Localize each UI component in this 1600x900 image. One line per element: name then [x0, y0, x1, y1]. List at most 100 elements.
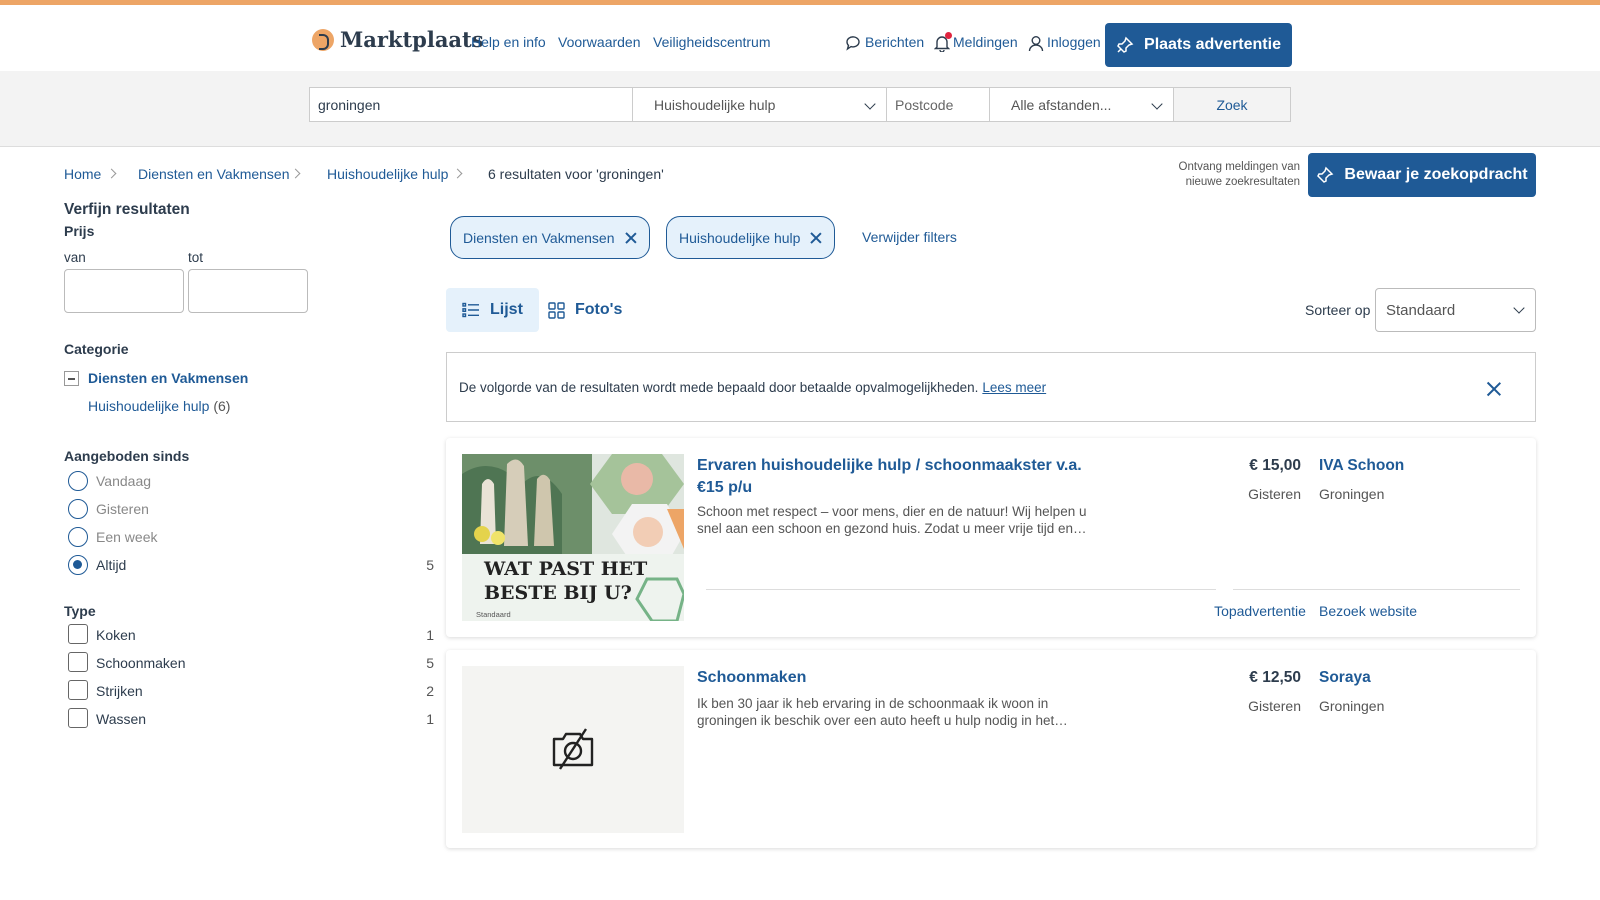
listing-title[interactable]: Ervaren huishoudelijke hulp / schoonmaak…	[697, 455, 1097, 499]
category-select[interactable]: Huishoudelijke hulp	[632, 87, 887, 122]
category-parent-link[interactable]: Diensten en Vakmensen	[88, 370, 248, 386]
results-count: 6 resultaten voor 'groningen'	[488, 166, 664, 182]
type-option-count: 5	[426, 655, 434, 671]
type-option-label: Strijken	[96, 683, 143, 699]
save-search-label: Bewaar je zoekopdracht	[1344, 166, 1528, 183]
list-view-label: Lijst	[490, 301, 523, 318]
chevron-right-icon	[452, 168, 463, 179]
price-from-input[interactable]	[64, 269, 184, 313]
help-link[interactable]: Help en info	[471, 34, 546, 50]
chevron-right-icon	[290, 168, 301, 179]
checkbox-schoonmaken[interactable]	[68, 652, 88, 672]
search-input[interactable]: groningen	[309, 87, 633, 122]
type-option-count: 1	[426, 711, 434, 727]
radio-een-week[interactable]	[68, 527, 88, 547]
listing-description: Ik ben 30 jaar ik heb ervaring in de sch…	[697, 696, 1068, 728]
search-query: groningen	[318, 96, 381, 113]
checkbox-wassen[interactable]	[68, 708, 88, 728]
since-option-label: Gisteren	[96, 501, 149, 517]
login-label: Inloggen	[1047, 34, 1101, 50]
listing-image[interactable]: WAT PAST HET BESTE BIJ U? Standaard	[462, 454, 684, 621]
type-option-count: 2	[426, 683, 434, 699]
visit-website-link[interactable]: Bezoek website	[1319, 603, 1417, 619]
listing-price: € 15,00	[1249, 457, 1301, 474]
marktplaats-logo[interactable]: Marktplaats	[312, 27, 484, 52]
radio-altijd[interactable]	[68, 555, 88, 575]
checkbox-koken[interactable]	[68, 624, 88, 644]
category-child-count: (6)	[213, 398, 231, 414]
seller-name[interactable]: IVA Schoon	[1319, 457, 1404, 475]
chat-icon	[846, 36, 860, 51]
collapse-icon[interactable]	[64, 371, 79, 386]
price-to-input[interactable]	[188, 269, 308, 313]
distance-select[interactable]: Alle afstanden...	[989, 87, 1174, 122]
terms-link[interactable]: Voorwaarden	[558, 34, 641, 50]
divider	[706, 589, 1216, 590]
radio-gisteren[interactable]	[68, 499, 88, 519]
messages-link[interactable]: Berichten	[845, 34, 924, 51]
postcode-placeholder: Postcode	[895, 96, 954, 113]
listing-image-placeholder[interactable]	[462, 666, 684, 833]
price-from-label: van	[64, 250, 86, 265]
save-search-note: Ontvang meldingen van nieuwe zoekresulta…	[1178, 161, 1300, 188]
radio-vandaag[interactable]	[68, 471, 88, 491]
listing-title[interactable]: Schoonmaken	[697, 667, 1097, 689]
breadcrumb-services[interactable]: Diensten en Vakmensen	[138, 166, 290, 182]
tab-list-view[interactable]: Lijst	[446, 288, 539, 332]
list-icon	[462, 302, 479, 318]
safety-link[interactable]: Veiligheidscentrum	[653, 34, 771, 50]
breadcrumb-home[interactable]: Home	[64, 166, 101, 182]
grid-icon	[548, 301, 565, 319]
login-link[interactable]: Inloggen	[1028, 34, 1101, 52]
notifications-label: Meldingen	[953, 34, 1018, 50]
top-ad-badge: Topadvertentie	[1214, 603, 1306, 619]
read-more-link[interactable]: Lees meer	[982, 380, 1046, 395]
chip-label: Huishoudelijke hulp	[679, 229, 801, 246]
clear-filters-link[interactable]: Verwijder filters	[862, 229, 957, 245]
bell-icon	[934, 32, 953, 52]
breadcrumb-household[interactable]: Huishoudelijke hulp	[327, 166, 448, 182]
listing-date: Gisteren	[1248, 486, 1301, 502]
close-icon[interactable]	[810, 232, 822, 244]
logo-text: Marktplaats	[340, 27, 484, 52]
filter-chip-household[interactable]: Huishoudelijke hulp	[666, 216, 836, 259]
top-header: Marktplaats Help en info Voorwaarden Vei…	[0, 5, 1600, 71]
seller-city: Groningen	[1319, 486, 1385, 502]
logo-icon	[312, 28, 334, 51]
distance-value: Alle afstanden...	[1011, 96, 1112, 113]
notifications-link[interactable]: Meldingen	[934, 32, 1018, 52]
type-option-label: Wassen	[96, 711, 147, 727]
sort-select[interactable]: Standaard	[1375, 288, 1536, 332]
listing-card[interactable]: WAT PAST HET BESTE BIJ U? Standaard Erva…	[446, 438, 1536, 637]
since-option-label: Een week	[96, 529, 158, 545]
close-icon[interactable]	[625, 232, 637, 244]
seller-name[interactable]: Soraya	[1319, 669, 1371, 687]
listing-description: Schoon met respect – voor mens, dier en …	[697, 504, 1087, 536]
listing-card[interactable]: Schoonmaken Ik ben 30 jaar ik heb ervari…	[446, 650, 1536, 848]
search-bar: groningen Huishoudelijke hulp Postcode A…	[0, 71, 1600, 147]
chevron-down-icon	[1151, 98, 1163, 110]
type-option-label: Schoonmaken	[96, 655, 186, 671]
category-value: Huishoudelijke hulp	[654, 96, 776, 113]
tab-photo-view[interactable]: Foto's	[532, 288, 638, 332]
category-child-link[interactable]: Huishoudelijke hulp (6)	[88, 398, 230, 414]
close-icon[interactable]	[1487, 382, 1501, 396]
save-search-icon	[1317, 166, 1334, 183]
type-option-label: Koken	[96, 627, 136, 643]
listing-date: Gisteren	[1248, 698, 1301, 714]
checkbox-strijken[interactable]	[68, 680, 88, 700]
user-icon	[1028, 35, 1044, 51]
image-caption: Standaard	[476, 610, 511, 619]
chevron-right-icon	[106, 168, 117, 179]
search-button[interactable]: Zoek	[1173, 87, 1291, 122]
place-ad-button[interactable]: Plaats advertentie	[1105, 23, 1292, 67]
type-option-count: 1	[426, 627, 434, 643]
divider	[1233, 589, 1520, 590]
filter-chip-services[interactable]: Diensten en Vakmensen	[450, 216, 650, 259]
since-option-label: Altijd	[96, 557, 127, 573]
messages-label: Berichten	[865, 34, 925, 50]
save-search-button[interactable]: Bewaar je zoekopdracht	[1308, 153, 1536, 197]
postcode-input[interactable]: Postcode	[886, 87, 990, 122]
price-to-label: tot	[188, 250, 204, 265]
refine-title: Verfijn resultaten	[64, 201, 190, 218]
